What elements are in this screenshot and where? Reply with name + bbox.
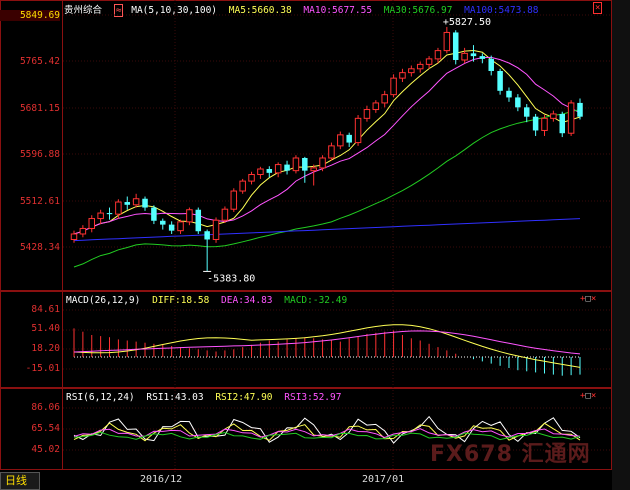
candle-body-up	[186, 209, 193, 223]
candle-body-up	[132, 198, 140, 206]
candle-body-down	[452, 32, 459, 60]
candle-body-up	[212, 219, 220, 240]
candle-body-up	[292, 157, 300, 172]
candle-body-down	[284, 164, 290, 171]
candle-body-up	[79, 227, 87, 235]
candle-body-down	[106, 213, 113, 215]
candle-body-down	[506, 90, 512, 98]
candle-body-up	[567, 102, 575, 134]
candle-body-up	[97, 212, 104, 220]
candle-body-up	[541, 117, 548, 131]
ma30-line	[73, 109, 581, 268]
watermark-logo: FX678 汇通网	[430, 442, 591, 467]
candle-body-down	[195, 209, 202, 232]
period-button-daily[interactable]: 日线	[0, 472, 40, 490]
candle-body-down	[266, 169, 273, 173]
candle-body-up	[399, 72, 406, 79]
candle-body-up	[221, 208, 229, 221]
candle-body-up	[408, 68, 415, 74]
candle-body-up	[248, 174, 255, 182]
candle-body-up	[461, 52, 468, 61]
candle-body-up	[177, 221, 184, 232]
ma100-line	[73, 218, 581, 242]
candle-body-up	[88, 218, 96, 229]
candle-body-up	[372, 102, 380, 111]
candle-body-down	[559, 113, 565, 134]
candle-body-down	[142, 198, 148, 208]
low-price-note: -5383.80	[207, 273, 255, 284]
candle-body-down	[124, 202, 131, 205]
candle-body-down	[470, 53, 477, 57]
candle-body-up	[354, 117, 362, 144]
candlestick-chart[interactable]: +5827.50 -5383.80	[0, 0, 612, 472]
candle-body-down	[204, 231, 210, 240]
candle-body-up	[319, 157, 326, 169]
macd-diff-line	[73, 324, 581, 368]
candle-body-down	[497, 70, 503, 91]
candle-body-up	[328, 145, 335, 159]
candle-body-up	[550, 113, 557, 119]
candle-body-up	[115, 201, 122, 215]
candle-body-down	[523, 107, 530, 117]
candle-body-up	[425, 58, 433, 65]
candle-body-up	[274, 164, 282, 174]
macd-dea-line	[73, 330, 581, 355]
candle-body-up	[70, 233, 78, 240]
x-date-label: 2017/01	[362, 474, 405, 485]
candle-body-down	[479, 56, 486, 59]
candle-body-up	[337, 134, 344, 147]
candle-body-up	[310, 167, 317, 172]
ma10-line	[73, 56, 581, 235]
candle-body-up	[230, 190, 238, 210]
candle-body-down	[515, 97, 521, 108]
candle-body-up	[239, 180, 246, 192]
candle-body-up	[434, 50, 442, 60]
candle-body-down	[488, 58, 494, 71]
high-price-note: +5827.50	[443, 17, 491, 28]
right-scrollbar[interactable]	[612, 0, 630, 490]
candle-body-up	[363, 109, 371, 119]
candle-body-up	[257, 168, 264, 176]
candle-body-down	[168, 224, 175, 231]
candle-body-down	[160, 220, 166, 225]
candle-body-down	[577, 102, 583, 117]
candle-body-down	[302, 157, 308, 171]
candle-body-up	[416, 63, 424, 70]
candle-body-down	[151, 207, 157, 221]
candle-body-down	[346, 134, 352, 143]
candle-body-up	[381, 94, 388, 104]
x-date-label: 2016/12	[140, 474, 183, 485]
candle-body-up	[390, 77, 397, 96]
candle-body-down	[532, 116, 539, 131]
candle-body-up	[443, 31, 451, 52]
ma5-line	[73, 49, 581, 235]
